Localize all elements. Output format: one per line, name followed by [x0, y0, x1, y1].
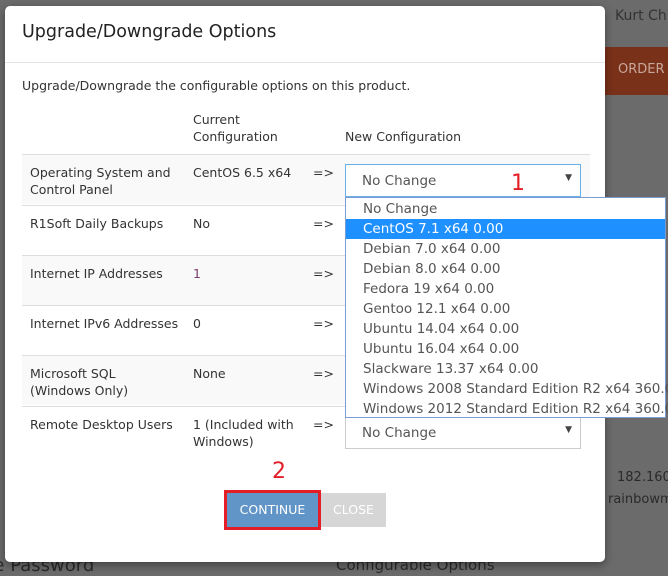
order-label: ORDER A: [618, 62, 668, 77]
dropdown-option[interactable]: Windows 2012 Standard Edition R2 x64 360…: [346, 399, 668, 419]
ip-address: 182.160.: [617, 470, 668, 485]
dropdown-option[interactable]: Ubuntu 16.04 x64 0.00: [346, 339, 665, 359]
option-label: Remote Desktop Users: [30, 417, 173, 432]
dropdown-option[interactable]: Slackware 13.37 x64 0.00: [346, 359, 665, 379]
caret-down-icon: ▼: [565, 173, 572, 183]
option-label: Operating System and Control Panel: [30, 165, 171, 197]
arrow: =>: [313, 316, 334, 331]
current-value: 0: [193, 316, 201, 331]
option-label: Internet IPv6 Addresses: [30, 316, 179, 331]
option-label: Microsoft SQL (Windows Only): [30, 366, 129, 398]
arrow: =>: [313, 216, 334, 231]
dropdown-option[interactable]: Gentoo 12.1 x64 0.00: [346, 299, 665, 319]
continue-button[interactable]: CONTINUE: [224, 490, 321, 530]
arrow: =>: [313, 165, 334, 180]
dropdown-option[interactable]: Ubuntu 14.04 x64 0.00: [346, 319, 665, 339]
annotation-step-2: 2: [272, 459, 286, 484]
annotation-step-1: 1: [511, 171, 525, 196]
arrow: =>: [313, 266, 334, 281]
select-value: No Change: [362, 425, 437, 441]
os-dropdown-list[interactable]: No Change CentOS 7.1 x64 0.00 Debian 7.0 x…: [345, 197, 668, 419]
arrow: =>: [313, 366, 334, 381]
modal-title: Upgrade/Downgrade Options: [22, 22, 277, 42]
dropdown-option[interactable]: Windows 2008 Standard Edition R2 x64 360…: [346, 379, 668, 399]
close-button[interactable]: CLOSE: [321, 493, 386, 527]
user-name[interactable]: Kurt Chr: [615, 8, 668, 24]
dropdown-option[interactable]: Fedora 19 x64 0.00: [346, 279, 665, 299]
dropdown-option[interactable]: Debian 7.0 x64 0.00: [346, 239, 665, 259]
select-value: No Change: [362, 173, 437, 189]
new-config-select[interactable]: No Change ▼: [345, 164, 581, 197]
new-config-header: New Configuration: [345, 129, 462, 144]
dropdown-option[interactable]: Debian 8.0 x64 0.00: [346, 259, 665, 279]
current-value: CentOS 6.5 x64: [193, 165, 292, 180]
option-label: R1Soft Daily Backups: [30, 216, 164, 231]
current-config-header: Current Configuration: [193, 112, 278, 144]
header-divider: [5, 62, 605, 63]
current-value: None: [193, 366, 226, 381]
new-config-select[interactable]: No Change ▼: [345, 416, 581, 449]
current-value: 1 (Included with Windows): [193, 417, 294, 449]
caret-down-icon: ▼: [565, 425, 572, 435]
current-value: No: [193, 216, 210, 231]
arrow: =>: [313, 417, 334, 432]
option-label: Internet IP Addresses: [30, 266, 163, 281]
hostname: rainbowm: [608, 492, 668, 507]
dropdown-option[interactable]: CentOS 7.1 x64 0.00: [346, 219, 665, 239]
current-value: 1: [193, 266, 201, 281]
modal-description: Upgrade/Downgrade the configurable optio…: [22, 78, 411, 93]
dropdown-option[interactable]: No Change: [346, 199, 665, 219]
